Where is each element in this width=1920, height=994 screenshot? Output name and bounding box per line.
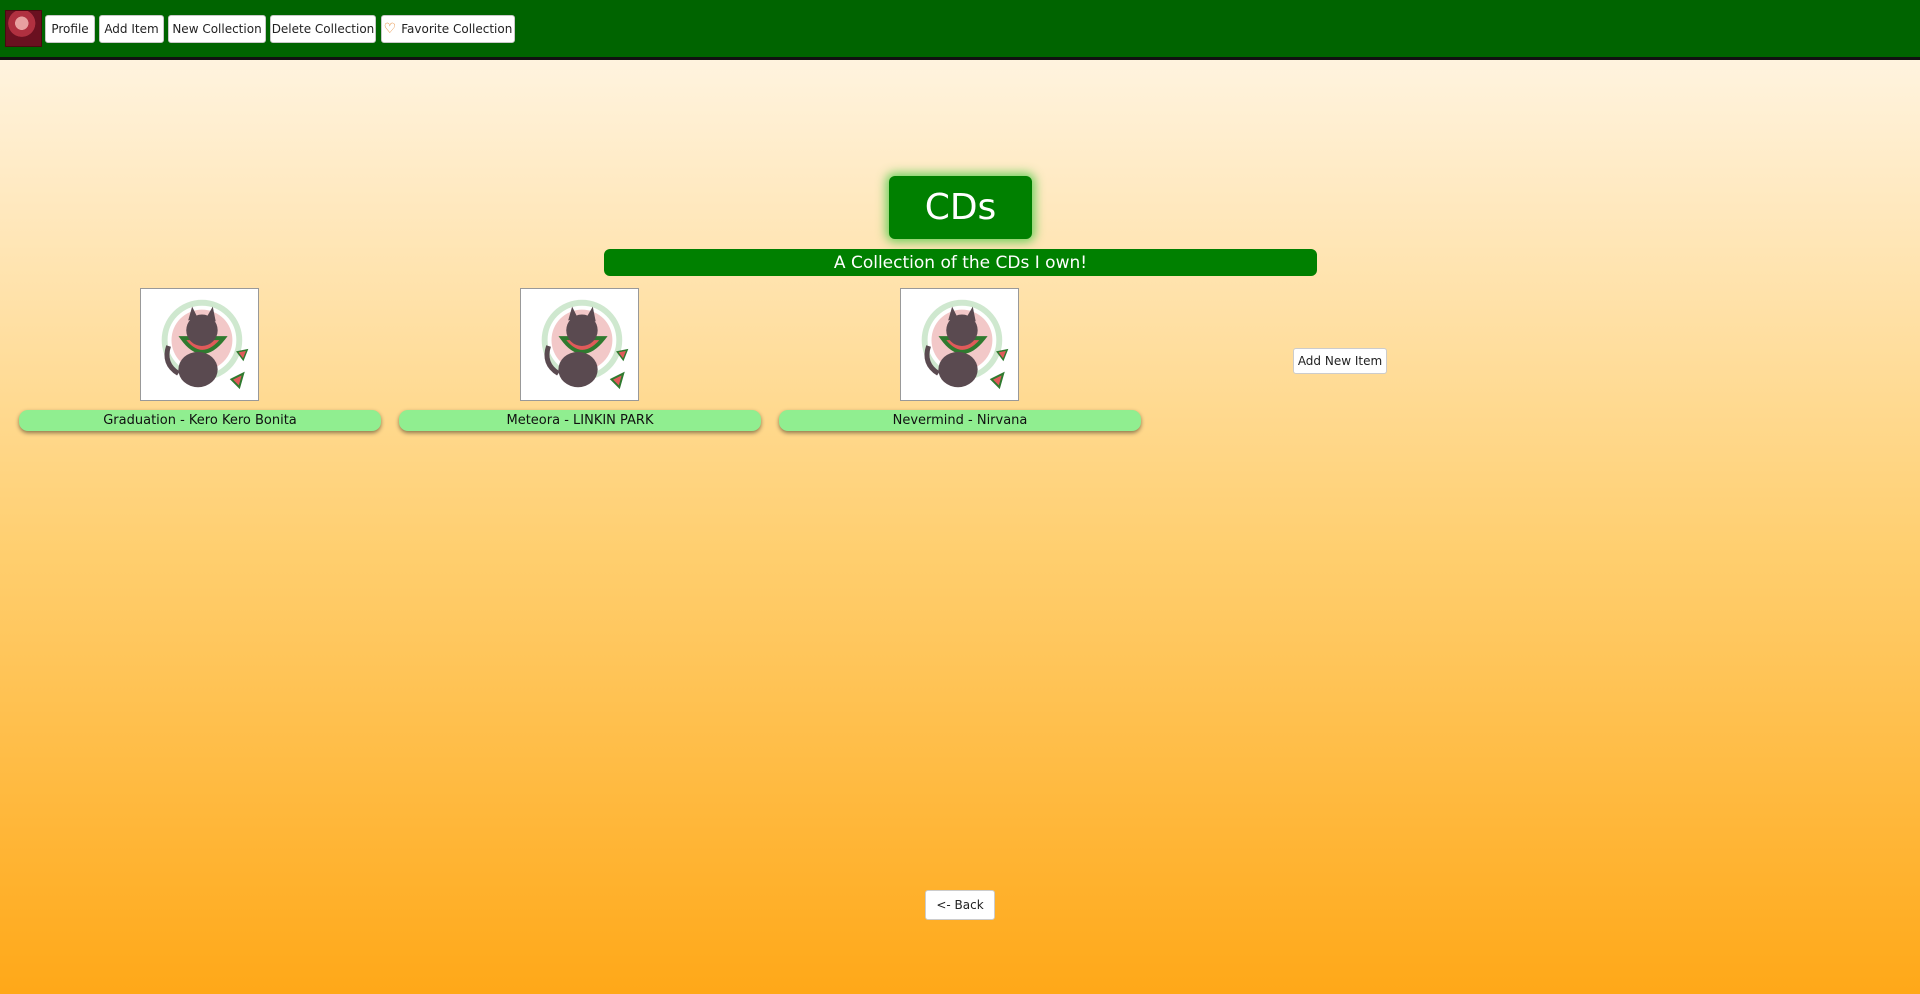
add-new-item-button[interactable]: Add New Item: [1293, 348, 1387, 374]
heart-outline-icon: ♡: [383, 21, 397, 37]
cat-watermelon-image: [921, 299, 1009, 390]
user-avatar[interactable]: [5, 10, 42, 47]
new-collection-button[interactable]: New Collection: [168, 15, 266, 43]
top-navbar: Profile Add Item New Collection Delete C…: [0, 0, 1920, 60]
back-button[interactable]: <- Back: [925, 890, 995, 920]
item-label[interactable]: Nevermind - Nirvana: [779, 410, 1141, 431]
item-image[interactable]: [520, 288, 639, 401]
item-image[interactable]: [140, 288, 259, 401]
favorite-collection-button[interactable]: ♡ Favorite Collection: [381, 15, 515, 43]
item-image[interactable]: [900, 288, 1019, 401]
cat-watermelon-image: [541, 299, 629, 390]
collection-description: A Collection of the CDs I own!: [604, 249, 1317, 276]
add-item-button[interactable]: Add Item: [99, 15, 164, 43]
cat-watermelon-image: [161, 299, 249, 390]
collection-title: CDs: [889, 176, 1032, 239]
profile-button[interactable]: Profile: [45, 15, 95, 43]
item-label[interactable]: Graduation - Kero Kero Bonita: [19, 410, 381, 431]
item-label[interactable]: Meteora - LINKIN PARK: [399, 410, 761, 431]
delete-collection-button[interactable]: Delete Collection: [270, 15, 376, 43]
favorite-collection-label: Favorite Collection: [401, 22, 513, 36]
